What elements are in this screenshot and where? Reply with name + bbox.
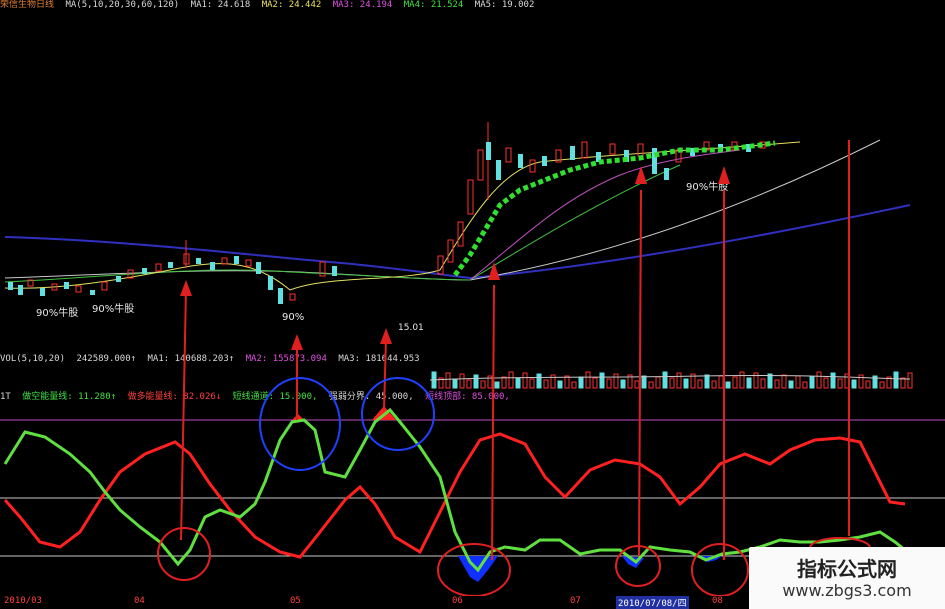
volume-bar [571, 381, 577, 389]
volume-bar [704, 374, 710, 389]
volume-bar [466, 379, 472, 389]
volume-bar [515, 377, 521, 389]
red-energy-line [3, 432, 906, 559]
volume-bar [781, 374, 787, 389]
volume-bar [473, 374, 479, 389]
volume-bar [788, 380, 794, 389]
volume-bar [746, 377, 752, 389]
volume-bar [830, 372, 836, 389]
volume-bar [613, 373, 619, 389]
volume-bar [774, 379, 780, 389]
price-panel[interactable]: 荣信生物日线 MA(5,10,20,30,60,120) MA1: 24.618… [0, 0, 945, 345]
volume-bar [445, 372, 451, 389]
date-3: 05 [290, 596, 301, 606]
volume-bars [431, 371, 913, 389]
ma-purple-line [469, 149, 741, 281]
date-2: 04 [134, 596, 145, 606]
volume-bar [501, 376, 507, 389]
watermark-url: www.zbgs3.com [782, 581, 912, 600]
volume-bar [732, 376, 738, 389]
volume-bar [641, 375, 647, 389]
label-90-2: 90%牛股 [92, 302, 134, 315]
volume-bar [795, 375, 801, 389]
green-dots-trend [453, 140, 776, 277]
volume-bar [865, 380, 871, 389]
volume-bar [494, 381, 500, 389]
volume-bar [655, 376, 661, 389]
volume-bar [536, 373, 542, 389]
volume-bar [662, 371, 668, 389]
volume-bar [452, 378, 458, 389]
volume-bar [557, 380, 563, 389]
volume-bar [739, 371, 745, 389]
volume-bar [907, 372, 913, 389]
volume-bar [858, 374, 864, 389]
label-90-1: 90%牛股 [36, 306, 78, 319]
date-cursor: 2010/07/08/四 [616, 596, 689, 609]
volume-bar [816, 371, 822, 389]
volume-panel[interactable]: VOL(5,10,20) 242589.000↑ MA1: 140688.203… [0, 350, 945, 390]
volume-bar [578, 376, 584, 389]
date-1: 2010/03 [4, 596, 42, 606]
date-4: 06 [452, 596, 463, 606]
volume-bar [893, 371, 899, 389]
volume-bar [851, 379, 857, 389]
volume-bar [648, 381, 654, 389]
volume-bar [844, 373, 850, 389]
volume-bar [543, 379, 549, 389]
price-chart: 90%牛股 90%牛股 90% 90%牛股 15.01 [4, 122, 911, 333]
volume-bar [879, 381, 885, 389]
volume-bar [823, 377, 829, 389]
volume-bar [837, 378, 843, 389]
volume-bar [592, 377, 598, 389]
volume-bar [697, 379, 703, 389]
ma-yellow-line [4, 141, 801, 291]
volume-bar [900, 377, 906, 389]
volume-bar [606, 378, 612, 389]
candles-right [437, 122, 766, 275]
volume-bar [711, 380, 717, 389]
volume-bar [760, 378, 766, 389]
volume-bar [802, 381, 808, 389]
volume-bar [599, 372, 605, 389]
volume-bar [620, 379, 626, 389]
price-note: 15.01 [398, 323, 424, 333]
volume-bar [529, 378, 535, 389]
volume-bar [676, 372, 682, 389]
volume-bar [480, 380, 486, 389]
date-7: 08 [712, 596, 723, 606]
volume-bar [508, 371, 514, 389]
volume-bar [585, 371, 591, 389]
volume-bar [725, 381, 731, 389]
label-90-3: 90% [282, 312, 304, 323]
volume-bar [522, 372, 528, 389]
watermark-box: 指标公式网 www.zbgs3.com [749, 547, 945, 609]
volume-bar [564, 375, 570, 389]
volume-bar [634, 380, 640, 389]
volume-bar [459, 373, 465, 389]
volume-bar [809, 376, 815, 389]
date-5: 07 [570, 596, 581, 606]
volume-bar [718, 375, 724, 389]
volume-bar [669, 377, 675, 389]
volume-chart [429, 371, 913, 389]
volume-bar [683, 378, 689, 389]
watermark-title: 指标公式网 [797, 557, 897, 581]
label-90-4: 90%牛股 [686, 180, 728, 193]
green-energy-line [3, 407, 906, 573]
